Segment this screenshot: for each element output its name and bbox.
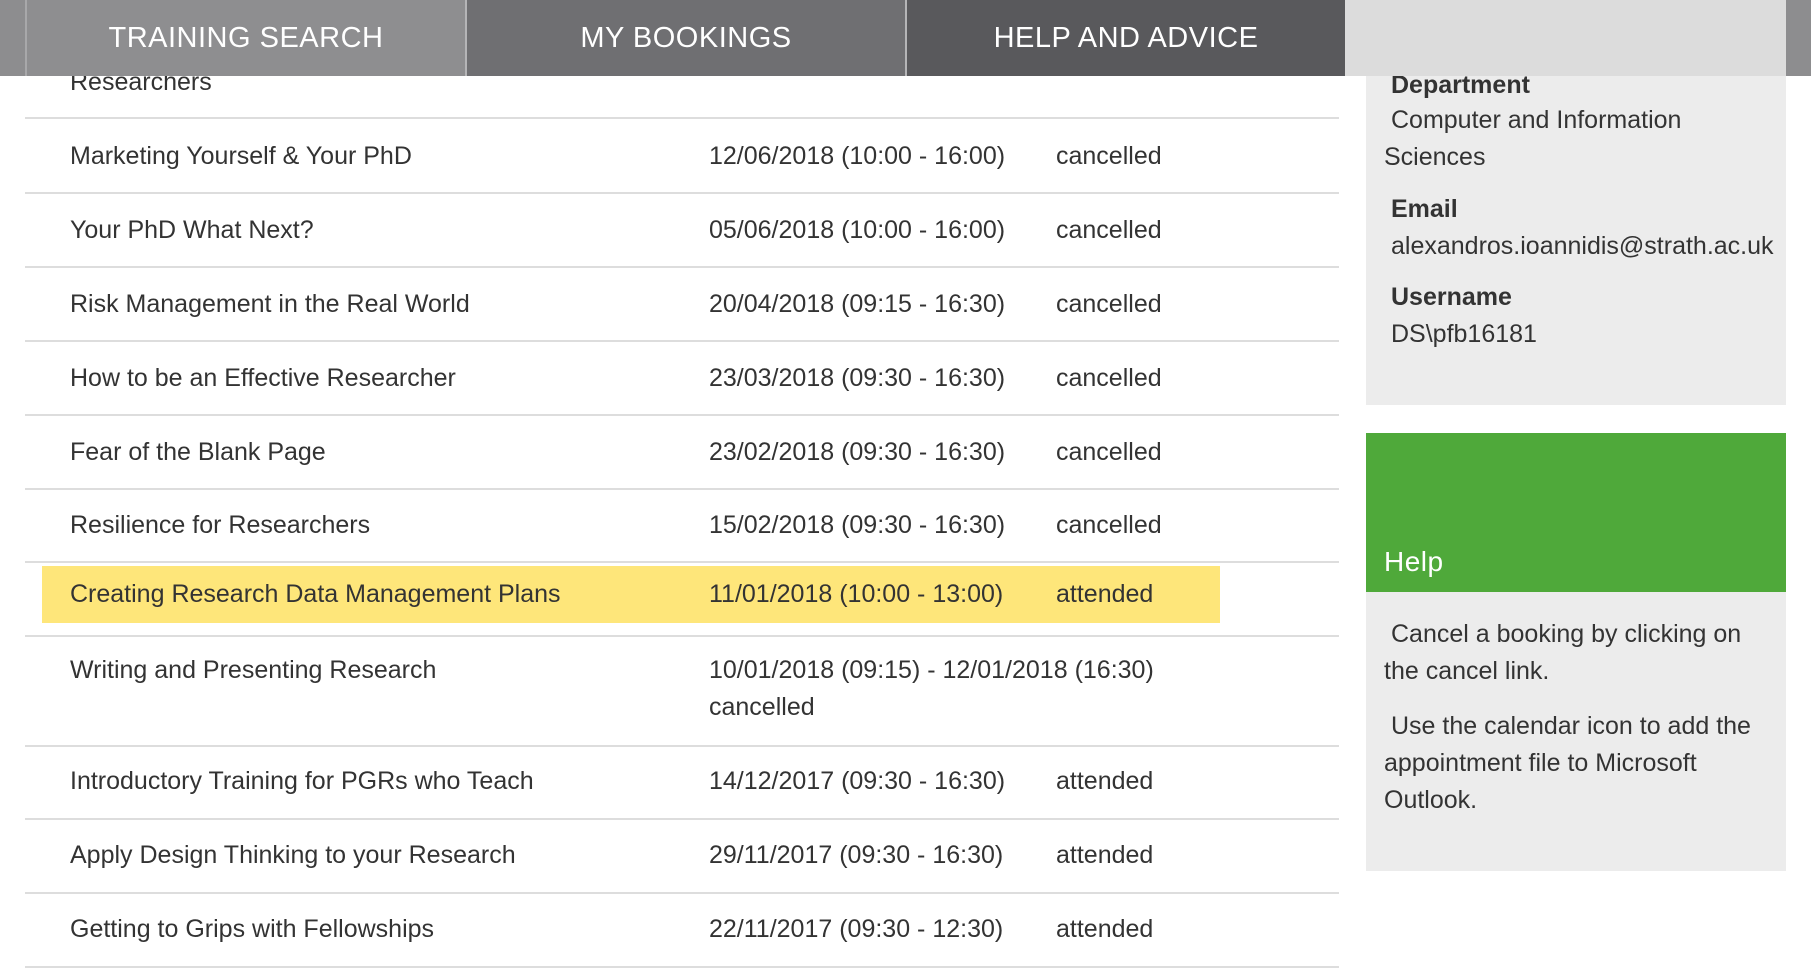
booking-status: attended: [1056, 767, 1154, 795]
help-text-cancel-content: Cancel a booking by clicking on the canc…: [1384, 620, 1742, 685]
course-title[interactable]: Marketing Yourself & Your PhD: [70, 138, 412, 175]
department-text: Computer and Information Sciences: [1384, 106, 1682, 171]
nav-edge: [1786, 0, 1811, 76]
help-text-calendar: Use the calendar icon to add the appoint…: [1384, 708, 1774, 819]
course-title[interactable]: Introductory Training for PGRs who Teach: [70, 763, 534, 800]
booking-date: 23/02/2018 (09:30 - 16:30): [709, 438, 1006, 466]
username-value: DS\pfb16181: [1391, 320, 1537, 348]
course-title[interactable]: Resilience for Researchers: [70, 507, 370, 544]
help-text-calendar-content: Use the calendar icon to add the appoint…: [1384, 712, 1751, 814]
help-panel: Cancel a booking by clicking on the canc…: [1366, 592, 1786, 871]
my-bookings-page: Researchers Marketing Yourself & Your Ph…: [0, 0, 1811, 974]
table-row[interactable]: Getting to Grips with Fellowships 22/11/…: [25, 894, 1339, 968]
booking-status: cancelled: [1056, 438, 1162, 466]
booking-date: 05/06/2018 (10:00 - 16:00): [709, 216, 1006, 244]
tab-my-bookings[interactable]: MY BOOKINGS: [465, 0, 905, 76]
course-title[interactable]: Risk Management in the Real World: [70, 286, 470, 323]
booking-status: attended: [1056, 915, 1154, 943]
table-row[interactable]: Resilience for Researchers 15/02/2018 (0…: [25, 490, 1339, 563]
booking-date: 14/12/2017 (09:30 - 16:30): [709, 767, 1006, 795]
booking-status: attended: [1056, 841, 1154, 869]
table-row[interactable]: Apply Design Thinking to your Research 2…: [25, 820, 1339, 894]
booking-status: attended: [1056, 580, 1154, 608]
booking-date: 10/01/2018 (09:15) - 12/01/2018 (16:30) …: [709, 652, 1229, 726]
course-title[interactable]: How to be an Effective Researcher: [70, 360, 456, 397]
department-value: Computer and Information Sciences: [1384, 102, 1764, 176]
table-row[interactable]: Your PhD What Next? 05/06/2018 (10:00 - …: [25, 194, 1339, 268]
course-title[interactable]: Fear of the Blank Page: [70, 434, 326, 471]
table-row[interactable]: Writing and Presenting Research 10/01/20…: [25, 637, 1339, 747]
booking-date: 15/02/2018 (09:30 - 16:30): [709, 511, 1006, 539]
course-title[interactable]: Creating Research Data Management Plans: [70, 576, 561, 613]
profile-info-panel: Department Computer and Information Scie…: [1366, 71, 1786, 405]
username-label: Username: [1391, 283, 1512, 311]
table-row[interactable]: How to be an Effective Researcher 23/03/…: [25, 342, 1339, 416]
email-label: Email: [1391, 195, 1458, 223]
booking-date: 12/06/2018 (10:00 - 16:00): [709, 142, 1006, 170]
course-title[interactable]: Getting to Grips with Fellowships: [70, 911, 434, 948]
nav-empty-slot: [1345, 0, 1786, 76]
booking-status: cancelled: [709, 693, 815, 721]
booking-date: 11/01/2018 (10:00 - 13:00): [709, 580, 1004, 608]
booking-date: 22/11/2017 (09:30 - 12:30): [709, 915, 1004, 943]
email-value: alexandros.ioannidis@strath.ac.uk: [1391, 232, 1774, 260]
course-title[interactable]: Apply Design Thinking to your Research: [70, 837, 516, 874]
booking-status: cancelled: [1056, 511, 1162, 539]
table-row[interactable]: Risk Management in the Real World 20/04/…: [25, 268, 1339, 342]
help-header: Help: [1366, 433, 1786, 592]
booking-date: 29/11/2017 (09:30 - 16:30): [709, 841, 1004, 869]
table-row[interactable]: Marketing Yourself & Your PhD 12/06/2018…: [25, 119, 1339, 194]
booking-status: cancelled: [1056, 142, 1162, 170]
course-title[interactable]: Your PhD What Next?: [70, 212, 314, 249]
booking-date: 20/04/2018 (09:15 - 16:30): [709, 290, 1006, 318]
tab-help-and-advice[interactable]: HELP AND ADVICE: [905, 0, 1345, 76]
booking-date-range: 10/01/2018 (09:15) - 12/01/2018 (16:30): [709, 656, 1154, 684]
table-row-highlighted[interactable]: Creating Research Data Management Plans …: [25, 563, 1339, 637]
tab-training-search[interactable]: TRAINING SEARCH: [25, 0, 465, 76]
booking-status: cancelled: [1056, 290, 1162, 318]
help-title: Help: [1384, 546, 1444, 577]
table-row[interactable]: Introductory Training for PGRs who Teach…: [25, 747, 1339, 820]
top-navigation: TRAINING SEARCH MY BOOKINGS HELP AND ADV…: [0, 0, 1811, 76]
course-title[interactable]: Writing and Presenting Research: [70, 652, 436, 689]
booking-status: cancelled: [1056, 216, 1162, 244]
table-row[interactable]: Fear of the Blank Page 23/02/2018 (09:30…: [25, 416, 1339, 490]
booking-date: 23/03/2018 (09:30 - 16:30): [709, 364, 1006, 392]
help-text-cancel: Cancel a booking by clicking on the canc…: [1384, 616, 1774, 690]
booking-status: cancelled: [1056, 364, 1162, 392]
